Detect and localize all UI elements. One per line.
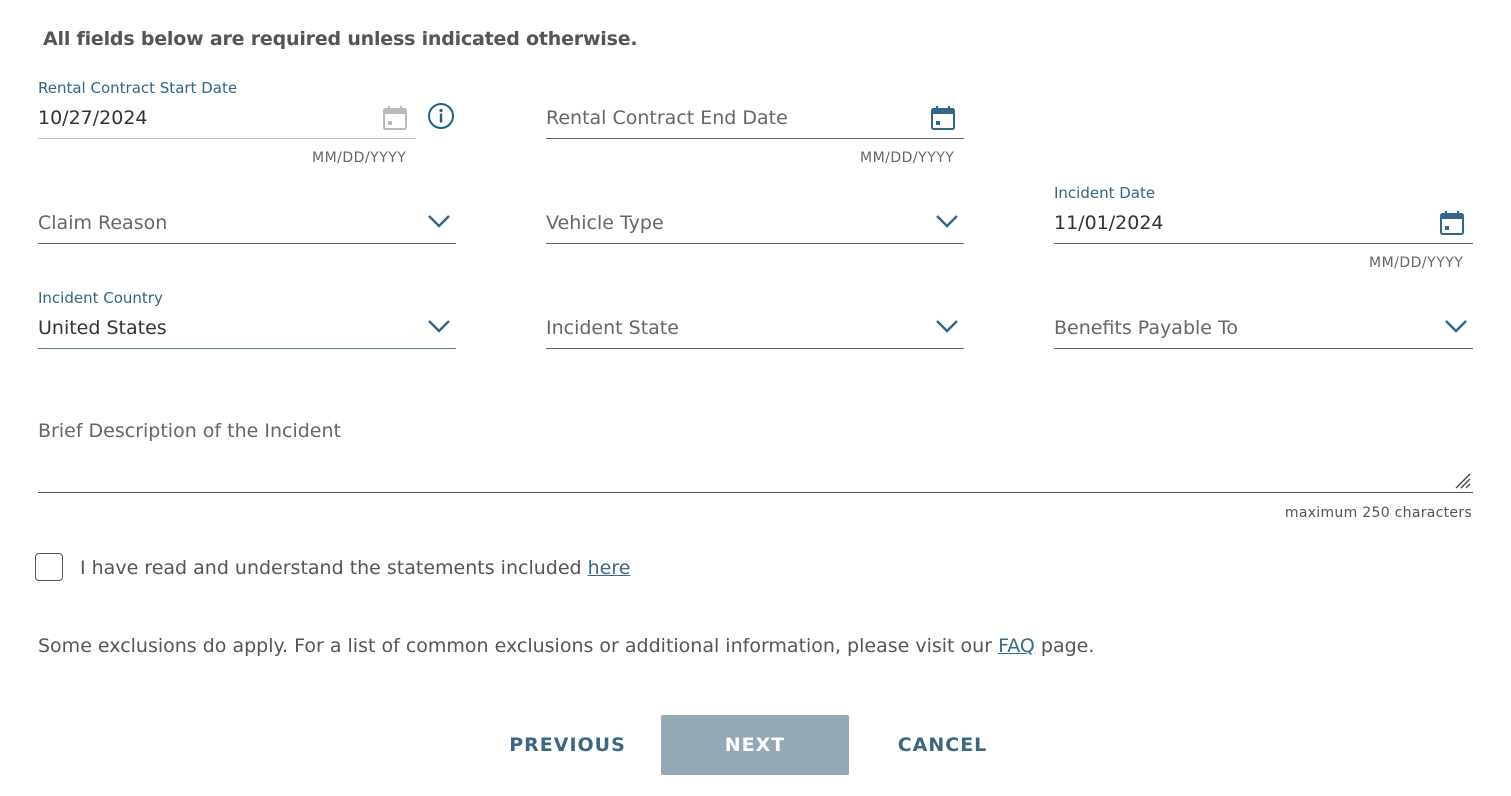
next-button[interactable]: NEXT	[661, 715, 849, 775]
cancel-button[interactable]: CANCEL	[880, 715, 1005, 775]
rental-start-date-hint: MM/DD/YYYY	[312, 150, 407, 166]
rental-start-date-underline	[38, 138, 416, 139]
chevron-down-icon[interactable]	[934, 208, 960, 234]
incident-date-underline	[1054, 243, 1473, 244]
rental-start-date-value[interactable]: 10/27/2024	[38, 107, 148, 129]
incident-description-underline	[38, 492, 1473, 493]
max-characters-hint: maximum 250 characters	[1284, 505, 1472, 521]
calendar-icon[interactable]	[382, 105, 408, 131]
benefits-payable-select[interactable]: Benefits Payable To	[1054, 289, 1473, 349]
required-fields-notice: All fields below are required unless ind…	[43, 28, 638, 50]
statements-here-link[interactable]: here	[588, 557, 631, 579]
rental-end-date-placeholder: Rental Contract End Date	[546, 107, 788, 129]
incident-country-select[interactable]: Incident Country United States	[38, 289, 456, 349]
vehicle-type-underline	[546, 243, 964, 244]
agreement-label: I have read and understand the statement…	[80, 557, 630, 579]
incident-date-hint: MM/DD/YYYY	[1369, 255, 1464, 271]
agreement-checkbox[interactable]	[35, 553, 63, 581]
calendar-icon[interactable]	[1439, 210, 1465, 236]
info-icon[interactable]	[427, 102, 455, 130]
exclusions-text-after: page.	[1034, 635, 1095, 657]
incident-date-label: Incident Date	[1054, 184, 1156, 202]
benefits-payable-placeholder: Benefits Payable To	[1054, 317, 1239, 339]
claim-reason-select[interactable]: Claim Reason	[38, 184, 456, 244]
incident-state-placeholder: Incident State	[546, 317, 679, 339]
incident-country-label: Incident Country	[38, 289, 163, 307]
calendar-icon[interactable]	[930, 105, 956, 131]
chevron-down-icon[interactable]	[1443, 313, 1469, 339]
incident-state-select[interactable]: Incident State	[546, 289, 964, 349]
claim-reason-underline	[38, 243, 456, 244]
rental-end-date-hint: MM/DD/YYYY	[860, 150, 955, 166]
chevron-down-icon[interactable]	[426, 208, 452, 234]
agreement-text: I have read and understand the statement…	[80, 557, 588, 579]
vehicle-type-select[interactable]: Vehicle Type	[546, 184, 964, 244]
rental-start-date-field[interactable]: Rental Contract Start Date 10/27/2024	[38, 79, 416, 139]
resize-handle-icon[interactable]	[1453, 471, 1471, 489]
faq-link[interactable]: FAQ	[998, 635, 1035, 657]
rental-end-date-underline	[546, 138, 964, 139]
benefits-payable-underline	[1054, 348, 1473, 349]
previous-button[interactable]: PREVIOUS	[495, 715, 640, 775]
chevron-down-icon[interactable]	[934, 313, 960, 339]
incident-description-placeholder: Brief Description of the Incident	[38, 420, 341, 442]
exclusions-note: Some exclusions do apply. For a list of …	[38, 635, 1094, 657]
claim-reason-placeholder: Claim Reason	[38, 212, 168, 234]
vehicle-type-placeholder: Vehicle Type	[546, 212, 664, 234]
exclusions-text-before: Some exclusions do apply. For a list of …	[38, 635, 999, 657]
chevron-down-icon[interactable]	[426, 313, 452, 339]
incident-description-textarea[interactable]: Brief Description of the Incident	[38, 400, 1473, 493]
incident-date-value[interactable]: 11/01/2024	[1054, 212, 1164, 234]
incident-country-underline	[38, 348, 456, 349]
rental-start-date-label: Rental Contract Start Date	[38, 79, 238, 97]
incident-state-underline	[546, 348, 964, 349]
incident-date-field[interactable]: Incident Date 11/01/2024	[1054, 184, 1473, 244]
incident-country-value: United States	[38, 317, 167, 339]
rental-end-date-field[interactable]: Rental Contract End Date	[546, 79, 964, 139]
